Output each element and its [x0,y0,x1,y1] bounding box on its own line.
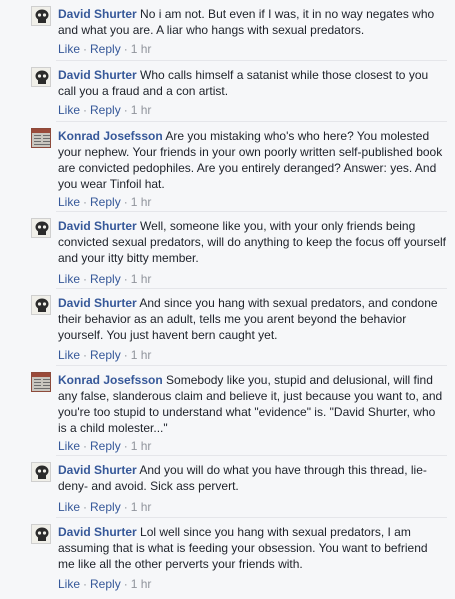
comment-actions: Like · Reply · 1 hr [58,271,151,287]
comment: David Shurter And since you hang with se… [0,289,455,366]
separator: · [83,500,88,514]
comment: David Shurter Lol well since you hang wi… [0,518,455,599]
like-link[interactable]: Like [58,272,80,286]
separator: · [83,348,88,362]
comment-body: David Shurter Who calls himself a satani… [58,67,446,99]
comment-author[interactable]: David Shurter [58,68,137,82]
like-link[interactable]: Like [58,103,80,117]
separator: · [83,195,88,209]
comment-actions: Like · Reply · 1 hr [58,41,151,57]
reply-link[interactable]: Reply [90,500,121,514]
timestamp[interactable]: 1 hr [131,272,152,286]
like-link[interactable]: Like [58,577,80,591]
comment-body: David Shurter Well, someone like you, wi… [58,218,446,266]
reply-link[interactable]: Reply [90,439,121,453]
comment-actions: Like · Reply · 1 hr [58,194,151,210]
separator: · [83,439,88,453]
separator: · [83,42,88,56]
separator: · [83,577,88,591]
avatar[interactable] [31,524,51,544]
skull-icon [35,9,49,23]
like-link[interactable]: Like [58,439,80,453]
comment-author[interactable]: Konrad Josefsson [58,129,163,143]
separator: · [123,577,128,591]
timestamp[interactable]: 1 hr [131,577,152,591]
comment-author[interactable]: David Shurter [58,463,137,477]
avatar[interactable] [31,218,51,238]
like-link[interactable]: Like [58,42,80,56]
avatar[interactable] [31,295,51,315]
comment-body: David Shurter And you will do what you h… [58,462,446,494]
timestamp[interactable]: 1 hr [131,195,152,209]
book-icon [32,129,50,145]
separator: · [83,103,88,117]
reply-link[interactable]: Reply [90,195,121,209]
skull-icon [35,221,49,235]
skull-icon [35,298,49,312]
comment-author[interactable]: David Shurter [58,7,137,21]
reply-link[interactable]: Reply [90,103,121,117]
comment-thread: David Shurter No i am not. But even if I… [0,0,455,599]
comment-body: David Shurter Lol well since you hang wi… [58,524,446,572]
timestamp[interactable]: 1 hr [131,103,152,117]
comment: Konrad Josefsson Are you mistaking who's… [0,122,455,212]
timestamp[interactable]: 1 hr [131,348,152,362]
comment: David Shurter No i am not. But even if I… [0,0,455,61]
skull-icon [35,465,49,479]
skull-icon [35,527,49,541]
reply-link[interactable]: Reply [90,42,121,56]
comment-actions: Like · Reply · 1 hr [58,499,151,515]
reply-link[interactable]: Reply [90,348,121,362]
comment-actions: Like · Reply · 1 hr [58,438,151,454]
separator: · [123,195,128,209]
comment-body: David Shurter And since you hang with se… [58,295,446,343]
comment-author[interactable]: Konrad Josefsson [58,373,163,387]
avatar[interactable] [31,67,51,87]
comment-author[interactable]: David Shurter [58,219,137,233]
avatar[interactable] [31,128,51,148]
separator: · [123,42,128,56]
like-link[interactable]: Like [58,500,80,514]
separator: · [123,439,128,453]
reply-link[interactable]: Reply [90,272,121,286]
avatar[interactable] [31,462,51,482]
timestamp[interactable]: 1 hr [131,42,152,56]
separator: · [123,500,128,514]
timestamp[interactable]: 1 hr [131,500,152,514]
comment-author[interactable]: David Shurter [58,525,137,539]
comment: David Shurter And you will do what you h… [0,456,455,518]
reply-link[interactable]: Reply [90,577,121,591]
timestamp[interactable]: 1 hr [131,439,152,453]
separator: · [123,103,128,117]
book-icon [32,373,50,389]
comment: David Shurter Well, someone like you, wi… [0,212,455,289]
comment-actions: Like · Reply · 1 hr [58,347,151,363]
separator: · [123,348,128,362]
comment-body: Konrad Josefsson Somebody like you, stup… [58,372,446,436]
comment: David Shurter Who calls himself a satani… [0,61,455,122]
separator: · [83,272,88,286]
comment-actions: Like · Reply · 1 hr [58,576,151,592]
comment: Konrad Josefsson Somebody like you, stup… [0,366,455,456]
comment-actions: Like · Reply · 1 hr [58,102,151,118]
avatar[interactable] [31,6,51,26]
like-link[interactable]: Like [58,348,80,362]
avatar[interactable] [31,372,51,392]
skull-icon [35,70,49,84]
like-link[interactable]: Like [58,195,80,209]
comment-body: David Shurter No i am not. But even if I… [58,6,446,38]
comment-author[interactable]: David Shurter [58,296,137,310]
comment-body: Konrad Josefsson Are you mistaking who's… [58,128,446,192]
separator: · [123,272,128,286]
